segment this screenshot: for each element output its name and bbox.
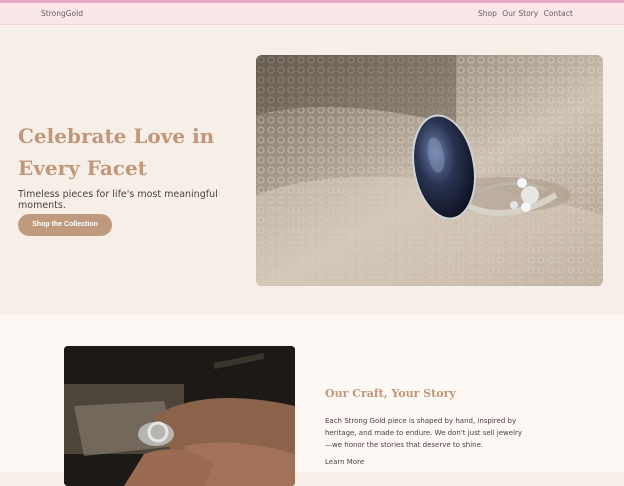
shop-collection-button[interactable]: Shop the Collection <box>18 214 112 236</box>
nav-link-contact[interactable]: Contact <box>544 9 573 18</box>
craftsman-image <box>64 346 295 486</box>
hero-title: Celebrate Love in Every Facet <box>18 124 215 180</box>
hero-ring-image <box>256 55 603 286</box>
hands-crafting-ring-photo <box>64 346 295 486</box>
about-title: Our Craft, Your Story <box>325 387 456 400</box>
about-section: Our Craft, Your Story Each Strong Gold p… <box>0 315 624 486</box>
about-text: Each Strong Gold piece is shaped by hand… <box>325 417 523 449</box>
ring-on-lace-photo <box>256 55 603 286</box>
nav-links: Shop Our Story Contact <box>478 9 576 18</box>
learn-more-link[interactable]: Learn More <box>325 458 364 466</box>
nav-link-our-story[interactable]: Our Story <box>502 9 538 18</box>
hero-subtitle: Timeless pieces for life's most meaningf… <box>18 189 218 211</box>
hero-section: Celebrate Love in Every Facet Timeless p… <box>0 25 624 315</box>
nav-link-shop[interactable]: Shop <box>478 9 497 18</box>
brand-logo[interactable]: StrongGold <box>41 9 83 18</box>
navbar: StrongGold Shop Our Story Contact <box>0 3 624 25</box>
